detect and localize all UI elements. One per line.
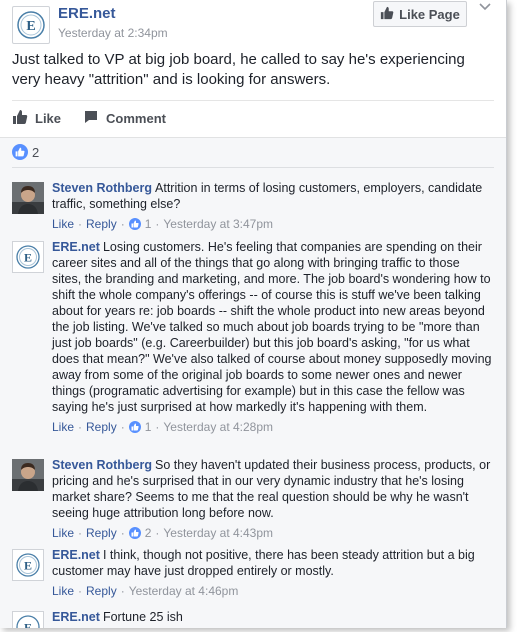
comment-like-link[interactable]: Like bbox=[52, 583, 74, 599]
comment-button[interactable]: Comment bbox=[83, 106, 166, 130]
comment-author[interactable]: ERE.net bbox=[52, 548, 100, 562]
comment-like-link[interactable]: Like bbox=[52, 216, 74, 232]
comment-reply-link[interactable]: Reply bbox=[86, 525, 117, 541]
comment-like-count[interactable]: 1 bbox=[145, 216, 152, 232]
comment-author[interactable]: ERE.net bbox=[52, 610, 100, 624]
comment-timestamp[interactable]: Yesterday at 4:43pm bbox=[163, 525, 273, 541]
comment-meta: Like · Reply · 1 · Yesterday at 4:28pm bbox=[52, 419, 492, 435]
separator-dot: · bbox=[120, 526, 125, 540]
comment-reply-link[interactable]: Reply bbox=[86, 419, 117, 435]
like-reaction-icon bbox=[12, 144, 28, 160]
svg-text:E: E bbox=[26, 19, 35, 34]
comment-body: ERE.net Fortune 25 ish bbox=[52, 609, 492, 625]
cutoff-region: E ERE.net Fortune 25 ish bbox=[0, 609, 506, 628]
comment-like-count[interactable]: 1 bbox=[145, 419, 152, 435]
ere-logo-avatar[interactable]: E bbox=[12, 549, 44, 581]
comment-like-link[interactable]: Like bbox=[52, 419, 74, 435]
comments-section: 2 Steven Rothberg Attrition in terms of l… bbox=[0, 137, 506, 628]
separator-dot: · bbox=[155, 526, 160, 540]
post-action-bar: Like Comment bbox=[12, 106, 166, 130]
comment-reply-link[interactable]: Reply bbox=[86, 216, 117, 232]
comment-meta: Like · Reply · Yesterday at 4:46pm bbox=[52, 583, 492, 599]
reactions-divider bbox=[12, 167, 494, 168]
chevron-down-icon[interactable] bbox=[478, 0, 492, 14]
ere-logo-avatar[interactable]: E bbox=[12, 241, 44, 273]
thumbs-up-icon bbox=[380, 6, 394, 23]
comment-bubble-icon bbox=[83, 109, 99, 128]
comment-timestamp[interactable]: Yesterday at 4:28pm bbox=[163, 419, 273, 435]
post-body-text: Just talked to VP at big job board, he c… bbox=[12, 51, 465, 88]
comment-text: Fortune 25 ish bbox=[102, 610, 183, 624]
post-divider bbox=[12, 100, 494, 101]
comment-body: Steven Rothberg Attrition in terms of los… bbox=[52, 180, 492, 232]
separator-dot: · bbox=[120, 217, 125, 231]
avatar[interactable] bbox=[12, 182, 44, 214]
separator-dot: · bbox=[155, 420, 160, 434]
separator-dot: · bbox=[78, 420, 83, 434]
like-page-button[interactable]: Like Page bbox=[373, 1, 467, 27]
svg-text:E: E bbox=[24, 251, 32, 265]
comment-text: Losing customers. He's feeling that comp… bbox=[52, 240, 492, 414]
like-reaction-icon bbox=[128, 218, 141, 230]
comment-timestamp[interactable]: Yesterday at 3:47pm bbox=[163, 216, 273, 232]
comment-body: Steven Rothberg So they haven't updated t… bbox=[52, 457, 492, 541]
avatar[interactable] bbox=[12, 459, 44, 491]
like-label: Like bbox=[35, 110, 62, 126]
comment-timestamp[interactable]: Yesterday at 4:46pm bbox=[129, 583, 239, 599]
comment-label: Comment bbox=[106, 110, 166, 126]
svg-text:E: E bbox=[24, 559, 32, 573]
svg-text:E: E bbox=[24, 621, 32, 629]
separator-dot: · bbox=[120, 420, 125, 434]
facebook-post-card: E ERE.net Yesterday at 2:34pm Like Page … bbox=[0, 0, 507, 628]
like-page-label: Like Page bbox=[399, 6, 460, 22]
ere-logo-avatar[interactable]: E bbox=[12, 611, 44, 628]
comment-text: I think, though not positive, there has … bbox=[52, 548, 475, 578]
comment-author[interactable]: ERE.net bbox=[52, 240, 100, 254]
separator-dot: · bbox=[78, 526, 83, 540]
separator-dot: · bbox=[155, 217, 160, 231]
like-button[interactable]: Like bbox=[12, 106, 61, 130]
reaction-count: 2 bbox=[32, 144, 40, 160]
comment-body: ERE.net Losing customers. He's feeling th… bbox=[52, 239, 492, 435]
like-reaction-icon bbox=[128, 421, 141, 433]
comment-body: ERE.net I think, though not positive, the… bbox=[52, 547, 492, 599]
separator-dot: · bbox=[120, 584, 125, 598]
like-reaction-icon bbox=[128, 527, 141, 539]
post-header: E ERE.net Yesterday at 2:34pm Like Page bbox=[12, 1, 497, 44]
thumbs-up-icon bbox=[12, 109, 28, 128]
page-name[interactable]: ERE.net bbox=[58, 5, 116, 22]
ere-logo-avatar[interactable]: E bbox=[12, 6, 50, 44]
comment-author[interactable]: Steven Rothberg bbox=[52, 181, 152, 195]
separator-dot: · bbox=[78, 217, 83, 231]
comment-like-count[interactable]: 2 bbox=[145, 525, 152, 541]
comment-meta: Like · Reply · 1 · Yesterday at 3:47pm bbox=[52, 216, 492, 232]
reactions-summary[interactable]: 2 bbox=[12, 144, 39, 160]
comment-author[interactable]: Steven Rothberg bbox=[52, 458, 152, 472]
comment-like-link[interactable]: Like bbox=[52, 525, 74, 541]
post-timestamp[interactable]: Yesterday at 2:34pm bbox=[58, 26, 168, 40]
comment-meta: Like · Reply · 2 · Yesterday at 4:43pm bbox=[52, 525, 492, 541]
separator-dot: · bbox=[78, 584, 83, 598]
comment-reply-link[interactable]: Reply bbox=[86, 583, 117, 599]
